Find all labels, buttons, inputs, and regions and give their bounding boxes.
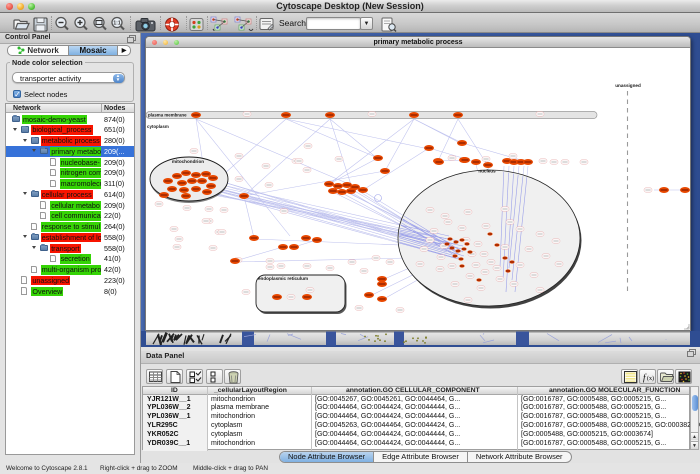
- svg-text:cytoplasm: cytoplasm: [147, 124, 169, 129]
- svg-text:1:1: 1:1: [113, 20, 120, 26]
- svg-text:(x): (x): [647, 375, 654, 382]
- svg-text:mitochondrion: mitochondrion: [172, 159, 204, 164]
- svg-text:plasma membrane: plasma membrane: [148, 113, 187, 118]
- svg-text:unassigned: unassigned: [615, 83, 641, 88]
- svg-text:endoplasmic reticulum: endoplasmic reticulum: [258, 276, 308, 281]
- svg-text:nucleus: nucleus: [478, 169, 496, 174]
